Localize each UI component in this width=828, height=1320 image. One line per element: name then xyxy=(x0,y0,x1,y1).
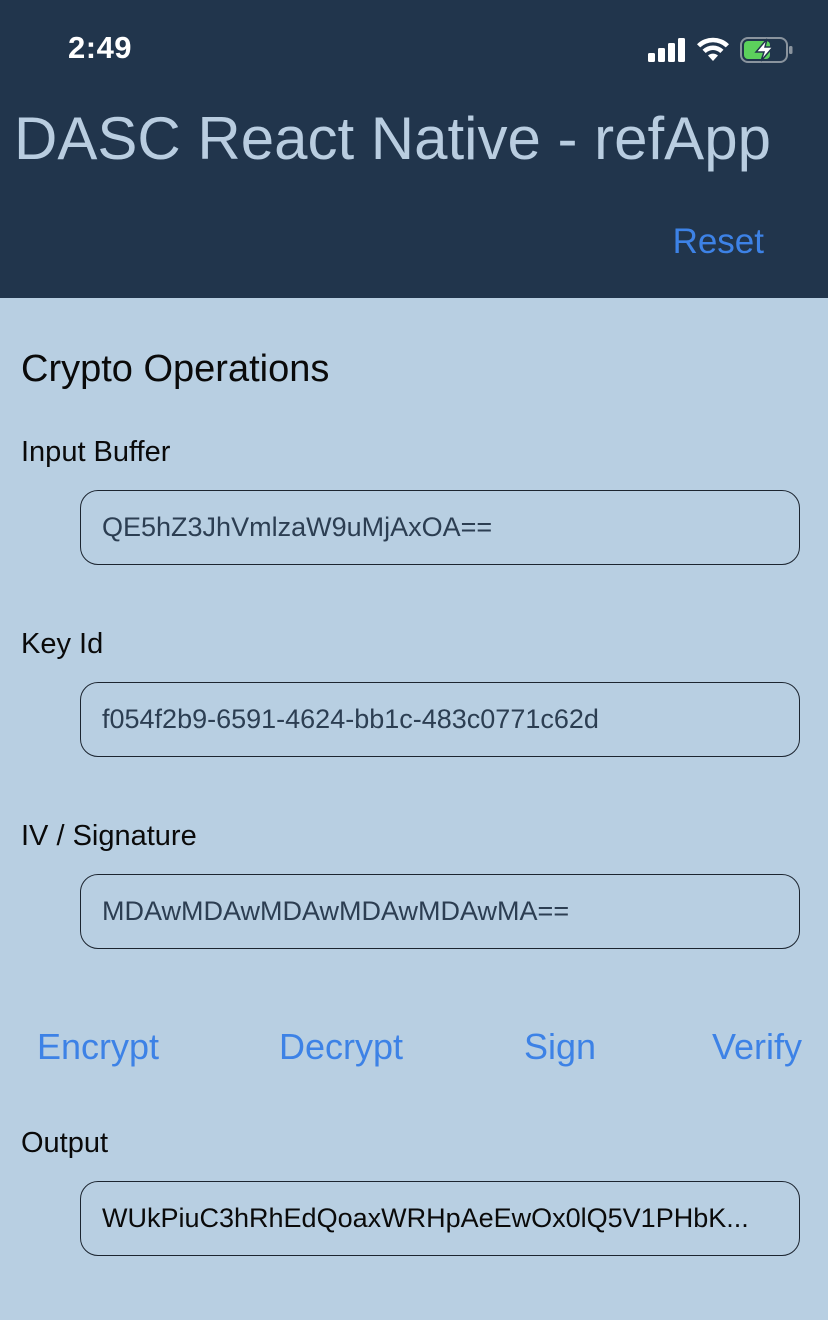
battery-charging-icon xyxy=(740,37,793,63)
section-title: Crypto Operations xyxy=(21,348,330,390)
key-id-value: f054f2b9-6591-4624-bb1c-483c0771c62d xyxy=(102,704,599,734)
output-label: Output xyxy=(21,1127,109,1159)
output-field[interactable]: WUkPiuC3hRhEdQoaxWRHpAeEwOx0lQ5V1PHbK... xyxy=(80,1181,800,1256)
input-buffer-label: Input Buffer xyxy=(21,436,171,468)
iv-signature-field[interactable]: MDAwMDAwMDAwMDAwMDAwMA== xyxy=(80,874,800,949)
iv-signature-value: MDAwMDAwMDAwMDAwMDAwMA== xyxy=(102,896,570,926)
reset-button[interactable]: Reset xyxy=(673,222,764,262)
wifi-icon xyxy=(697,37,729,61)
input-buffer-value: QE5hZ3JhVmlzaW9uMjAxOA== xyxy=(102,512,493,542)
app-header: 2:49 DASC React Native - refApp Reset xyxy=(0,0,828,298)
status-icons xyxy=(648,34,794,66)
decrypt-button[interactable]: Decrypt xyxy=(279,1026,403,1068)
encrypt-button[interactable]: Encrypt xyxy=(37,1026,159,1068)
sign-button[interactable]: Sign xyxy=(524,1026,596,1068)
output-value: WUkPiuC3hRhEdQoaxWRHpAeEwOx0lQ5V1PHbK... xyxy=(102,1203,749,1233)
input-buffer-field[interactable]: QE5hZ3JhVmlzaW9uMjAxOA== xyxy=(80,490,800,565)
verify-button[interactable]: Verify xyxy=(712,1026,802,1068)
status-time: 2:49 xyxy=(68,30,133,65)
iv-signature-label: IV / Signature xyxy=(21,820,197,852)
app-title: DASC React Native - refApp xyxy=(14,105,771,172)
key-id-field[interactable]: f054f2b9-6591-4624-bb1c-483c0771c62d xyxy=(80,682,800,757)
cellular-signal-icon xyxy=(648,38,685,62)
key-id-label: Key Id xyxy=(21,628,104,660)
